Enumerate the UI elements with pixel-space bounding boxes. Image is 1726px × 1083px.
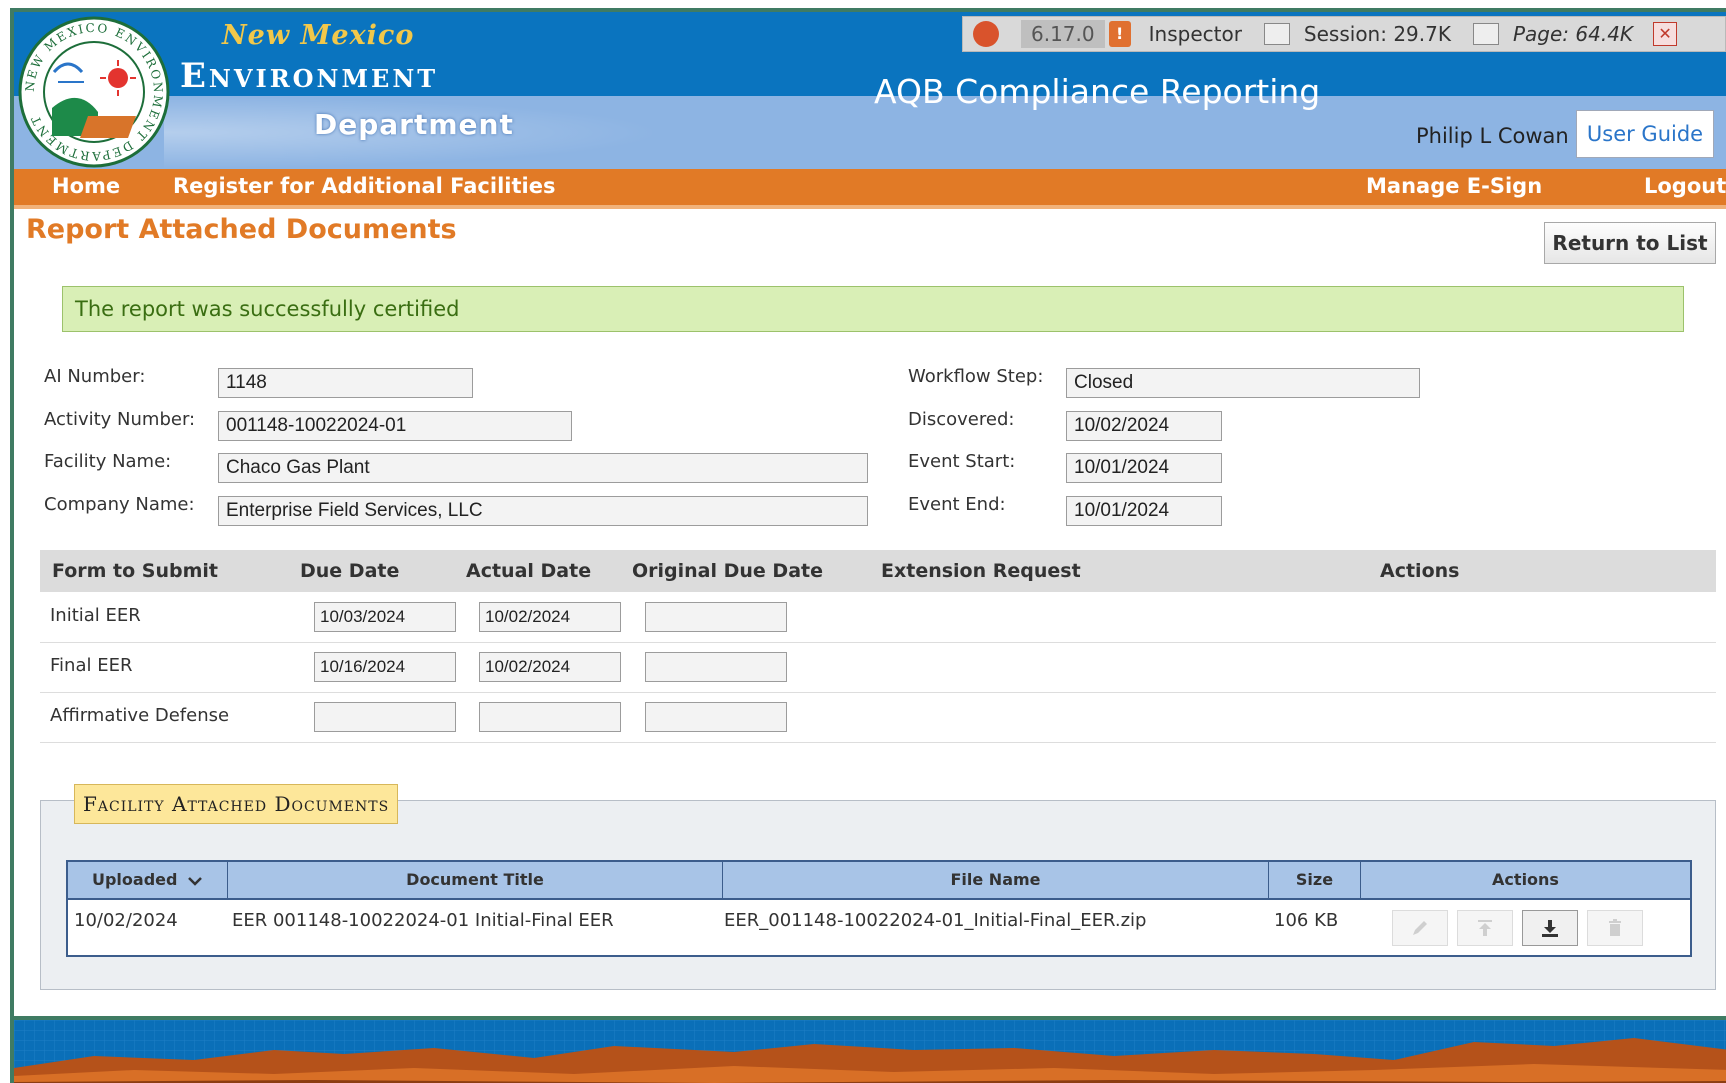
col-extension-request: Extension Request [881,560,1081,582]
original-due-date-field[interactable] [645,602,787,632]
user-name: Philip L Cowan [1416,124,1569,148]
site-header: NEW MEXICO ENVIRONMENT DEPARTMENT New Me… [14,12,1726,169]
table-row: Initial EER 10/03/2024 10/02/2024 [40,592,1716,643]
col-form-to-submit: Form to Submit [52,560,218,582]
chevron-down-icon [188,876,202,886]
due-date-field[interactable]: 10/16/2024 [314,652,456,682]
col-file-name[interactable]: File Name [723,862,1269,898]
brand-new-mexico: New Mexico [222,20,415,51]
attached-documents-legend: Facility Attached Documents [74,784,399,824]
download-icon [1542,920,1558,937]
trash-icon [1609,919,1621,936]
workflow-step-label: Workflow Step: [908,366,1044,387]
table-row: Final EER 10/16/2024 10/02/2024 [40,642,1716,693]
company-name-label: Company Name: [44,494,195,515]
page-window-icon[interactable] [1472,23,1499,45]
inspector-logo-icon[interactable] [973,21,999,47]
actual-date-field[interactable]: 10/02/2024 [479,602,621,632]
col-uploaded-sort[interactable]: Uploaded [68,862,228,898]
inspector-close-icon[interactable]: ✕ [1653,22,1678,46]
due-date-field[interactable]: 10/03/2024 [314,602,456,632]
actual-date-field[interactable]: 10/02/2024 [479,652,621,682]
facility-name-field[interactable]: Chaco Gas Plant [218,453,868,483]
app-frame: NEW MEXICO ENVIRONMENT DEPARTMENT New Me… [10,8,1726,1083]
col-original-due-date: Original Due Date [632,560,823,582]
event-start-field[interactable]: 10/01/2024 [1066,453,1222,483]
inspector-version: 6.17.0 [1021,20,1105,48]
brand-environment: Environment [180,56,439,96]
col-size[interactable]: Size [1269,862,1361,898]
due-date-field[interactable] [314,702,456,732]
upload-icon [1478,920,1492,936]
forms-table-header: Form to Submit Due Date Actual Date Orig… [40,550,1716,592]
discovered-field[interactable]: 10/02/2024 [1066,411,1222,441]
doc-file-name: EER_001148-10022024-01_Initial-Final_EER… [724,910,1147,931]
doc-title: EER 001148-10022024-01 Initial-Final EER [232,910,614,931]
inspector-toolbar: 6.17.0 ! Inspector Session: 29.7K Page: … [962,16,1726,52]
discovered-label: Discovered: [908,409,1015,430]
doc-size: 106 KB [1274,910,1339,931]
inspector-session: Session: 29.7K [1303,22,1451,46]
facility-name-label: Facility Name: [44,451,172,472]
col-doc-actions: Actions [1492,870,1559,889]
inspector-page: Page: 64.4K [1512,22,1634,46]
col-uploaded: Uploaded [91,870,178,889]
nmed-logo-icon: NEW MEXICO ENVIRONMENT DEPARTMENT [18,16,170,168]
col-actions: Actions [1380,560,1460,582]
doc-uploaded-date: 10/02/2024 [74,910,178,931]
original-due-date-field[interactable] [645,702,787,732]
footer-banner [14,1020,1726,1083]
ai-number-field[interactable]: 1148 [218,368,473,398]
event-start-label: Event Start: [908,451,1016,472]
main-nav: Home Register for Additional Facilities … [14,169,1726,209]
event-end-field[interactable]: 10/01/2024 [1066,496,1222,526]
actual-date-field[interactable] [479,702,621,732]
col-document-title[interactable]: Document Title [228,862,723,898]
page-title: Report Attached Documents [26,214,457,245]
form-name: Affirmative Defense [50,705,230,726]
success-message: The report was successfully certified [62,286,1684,332]
original-due-date-field[interactable] [645,652,787,682]
documents-table-header: Uploaded Document Title File Name Size A… [68,862,1690,900]
return-to-list-button[interactable]: Return to List [1544,222,1716,264]
mountain-landscape-icon [14,1020,1726,1083]
nav-register-facilities[interactable]: Register for Additional Facilities [173,174,555,198]
nav-home[interactable]: Home [52,174,120,198]
col-due-date: Due Date [300,560,400,582]
session-window-icon[interactable] [1263,23,1290,45]
company-name-field[interactable]: Enterprise Field Services, LLC [218,496,868,526]
table-row: Affirmative Defense [40,692,1716,743]
edit-button[interactable] [1392,910,1448,946]
form-name: Final EER [50,655,133,676]
activity-number-label: Activity Number: [44,409,196,430]
event-end-label: Event End: [908,494,1006,515]
delete-button[interactable] [1587,910,1643,946]
documents-table: Uploaded Document Title File Name Size A… [66,860,1692,957]
inspector-pin-icon[interactable]: ! [1108,21,1131,47]
inspector-label[interactable]: Inspector [1149,22,1242,46]
workflow-step-field[interactable]: Closed [1066,368,1420,398]
nav-manage-esign[interactable]: Manage E-Sign [1366,174,1542,198]
nav-logout[interactable]: Logout [1644,174,1726,198]
edit-icon [1413,921,1427,935]
brand-department: Department [314,108,514,141]
form-name: Initial EER [50,605,141,626]
col-actual-date: Actual Date [466,560,592,582]
ai-number-label: AI Number: [44,366,146,387]
app-title: AQB Compliance Reporting [874,72,1321,111]
user-guide-button[interactable]: User Guide [1576,110,1714,158]
download-button[interactable] [1522,910,1578,946]
upload-button[interactable] [1457,910,1513,946]
activity-number-field[interactable]: 001148-10022024-01 [218,411,572,441]
